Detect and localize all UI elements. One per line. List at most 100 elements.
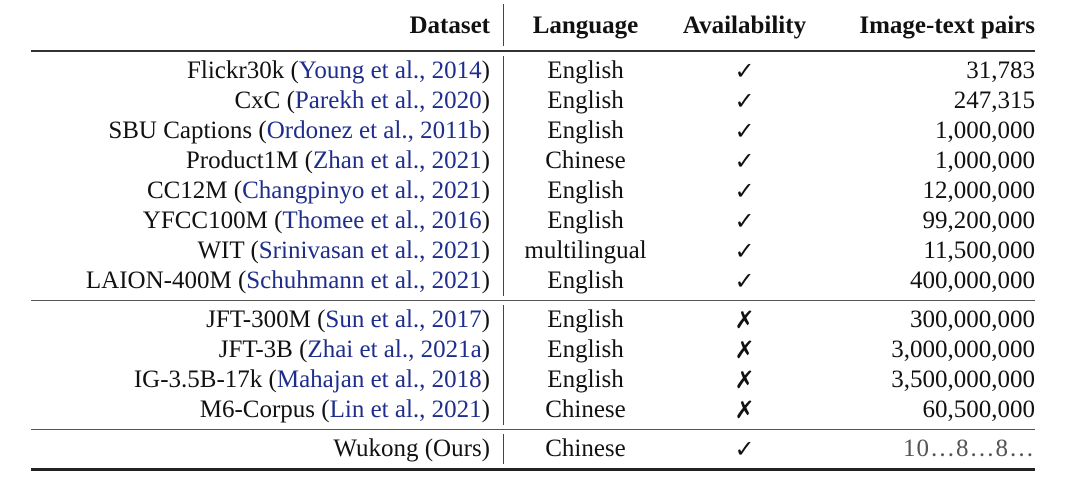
- table-row: JFT-3B (Zhai et al., 2021a) English ✗ 3,000…: [31, 335, 1035, 365]
- checkmark-icon: ✓: [734, 177, 755, 205]
- image-text-pairs-cell: 300,000,000: [910, 306, 1035, 333]
- header-image-text-pairs: Image-text pairs: [859, 12, 1035, 39]
- row-group: Flickr30k (Young et al., 2014) English ✓ 31…: [31, 52, 1035, 300]
- availability-cell: ✓: [667, 176, 822, 207]
- dataset-cell: Wukong (Ours): [333, 434, 490, 464]
- table-row: M6-Corpus (Lin et al., 2021) Chinese ✗ 60,5…: [31, 395, 1035, 425]
- language-cell: English: [547, 207, 624, 234]
- citation-close-paren: ): [481, 336, 490, 363]
- dataset-name: CC12M: [146, 177, 228, 204]
- dataset-cell: M6-Corpus (Lin et al., 2021): [200, 395, 490, 425]
- dataset-cell: JFT-300M (Sun et al., 2017): [206, 305, 490, 335]
- dataset-cell: CxC (Parekh et al., 2020): [234, 86, 490, 116]
- language-cell: Chinese: [545, 147, 626, 174]
- citation-open-paren: (: [227, 177, 243, 204]
- image-text-pairs-cell: 3,000,000,000: [891, 336, 1035, 363]
- checkmark-icon: ✓: [734, 87, 755, 115]
- citation-close-paren: ): [481, 366, 490, 393]
- table-row: LAION-400M (Schuhmann et al., 2021) Engli…: [31, 266, 1035, 296]
- citation-link[interactable]: Srinivasan et al., 2021: [259, 237, 482, 264]
- language-cell: English: [547, 336, 624, 363]
- availability-cell: ✓: [667, 266, 822, 297]
- checkmark-icon: ✓: [734, 147, 755, 175]
- cross-icon: ✗: [734, 306, 755, 334]
- dataset-cell: Product1M (Zhan et al., 2021): [186, 146, 490, 176]
- citation-link[interactable]: Lin et al., 2021: [330, 396, 482, 423]
- checkmark-icon: ✓: [734, 57, 755, 85]
- language-cell: English: [547, 366, 624, 393]
- header-dataset: Dataset: [409, 12, 490, 39]
- citation-link[interactable]: Young et al., 2014: [299, 57, 482, 84]
- language-cell: Chinese: [545, 396, 626, 423]
- dataset-cell: Flickr30k (Young et al., 2014): [187, 56, 490, 86]
- citation-link[interactable]: Ordonez et al., 2011b: [267, 117, 482, 144]
- image-text-pairs-cell: 1,000,000: [935, 117, 1035, 144]
- dataset-name: JFT-300M: [206, 306, 311, 333]
- dataset-name: LAION-400M: [85, 267, 232, 294]
- row-group: JFT-300M (Sun et al., 2017) English ✗ 300,0…: [31, 301, 1035, 429]
- table-row: IG-3.5B-17k (Mahajan et al., 2018) Englis…: [31, 365, 1035, 395]
- dataset-name: Wukong (Ours): [333, 435, 490, 462]
- bottom-rule: [31, 468, 1035, 471]
- image-text-pairs-cell: 11,500,000: [923, 237, 1035, 264]
- citation-link[interactable]: Zhai et al., 2021a: [307, 336, 481, 363]
- citation-link[interactable]: Mahajan et al., 2018: [277, 366, 482, 393]
- table-row: CxC (Parekh et al., 2020) English ✓ 247,315: [31, 86, 1035, 116]
- language-cell: English: [547, 177, 624, 204]
- citation-open-paren: (: [284, 57, 299, 84]
- citation-close-paren: ): [481, 396, 490, 423]
- dataset-cell: WIT (Srinivasan et al., 2021): [197, 236, 490, 266]
- table-header: Dataset Language Availability Image-text…: [31, 0, 1035, 50]
- header-availability: Availability: [682, 12, 807, 39]
- citation-open-paren: (: [267, 207, 283, 234]
- citation-open-paren: (: [310, 306, 326, 333]
- dataset-cell: JFT-3B (Zhai et al., 2021a): [219, 335, 490, 365]
- availability-cell: ✓: [667, 146, 822, 177]
- availability-cell: ✗: [667, 305, 822, 336]
- citation-close-paren: ): [481, 267, 490, 294]
- citation-open-paren: (: [292, 336, 308, 363]
- cross-icon: ✗: [734, 396, 755, 424]
- checkmark-icon: ✓: [734, 117, 755, 145]
- availability-cell: ✗: [667, 335, 822, 366]
- citation-open-paren: (: [280, 87, 295, 114]
- citation-close-paren: ): [481, 117, 490, 144]
- citation-open-paren: (: [252, 117, 267, 144]
- dataset-name: YFCC100M: [142, 207, 268, 234]
- table-row: CC12M (Changpinyo et al., 2021) English ✓ 1…: [31, 176, 1035, 206]
- citation-close-paren: ): [481, 57, 490, 84]
- availability-cell: ✗: [667, 395, 822, 426]
- checkmark-icon: ✓: [734, 267, 755, 295]
- checkmark-icon: ✓: [734, 237, 755, 265]
- availability-cell: ✓: [667, 56, 822, 87]
- citation-link[interactable]: Parekh et al., 2020: [295, 87, 482, 114]
- citation-link[interactable]: Changpinyo et al., 2021: [242, 177, 482, 204]
- citation-open-paren: (: [298, 147, 313, 174]
- dataset-name: IG-3.5B-17k: [133, 366, 263, 393]
- availability-cell: ✓: [667, 116, 822, 147]
- dataset-name: CxC: [234, 87, 281, 114]
- checkmark-icon: ✓: [734, 435, 755, 463]
- citation-close-paren: ): [481, 306, 490, 333]
- citation-link[interactable]: Zhan et al., 2021: [313, 147, 482, 174]
- dataset-cell: SBU Captions (Ordonez et al., 2011b): [108, 116, 490, 146]
- table-row: YFCC100M (Thomee et al., 2016) English ✓ 99…: [31, 206, 1035, 236]
- language-cell: English: [547, 267, 624, 294]
- citation-link[interactable]: Sun et al., 2017: [325, 306, 481, 333]
- citation-link[interactable]: Schuhmann et al., 2021: [246, 267, 481, 294]
- table-row: WIT (Srinivasan et al., 2021) multilingua…: [31, 236, 1035, 266]
- availability-cell: ✓: [667, 206, 822, 237]
- citation-open-paren: (: [244, 237, 259, 264]
- dataset-comparison-table: Dataset Language Availability Image-text…: [31, 0, 1035, 471]
- cross-icon: ✗: [734, 336, 755, 364]
- citation-open-paren: (: [315, 396, 330, 423]
- dataset-name: Product1M: [185, 147, 299, 174]
- image-text-pairs-cell: 3,500,000,000: [891, 366, 1035, 393]
- language-cell: English: [547, 57, 624, 84]
- image-text-pairs-cell: 247,315: [953, 87, 1035, 114]
- availability-cell: ✓: [667, 434, 822, 465]
- table-row: Flickr30k (Young et al., 2014) English ✓ 31…: [31, 56, 1035, 86]
- image-text-pairs-cell: 12,000,000: [922, 177, 1036, 204]
- citation-close-paren: ): [481, 207, 490, 234]
- citation-link[interactable]: Thomee et al., 2016: [282, 207, 481, 234]
